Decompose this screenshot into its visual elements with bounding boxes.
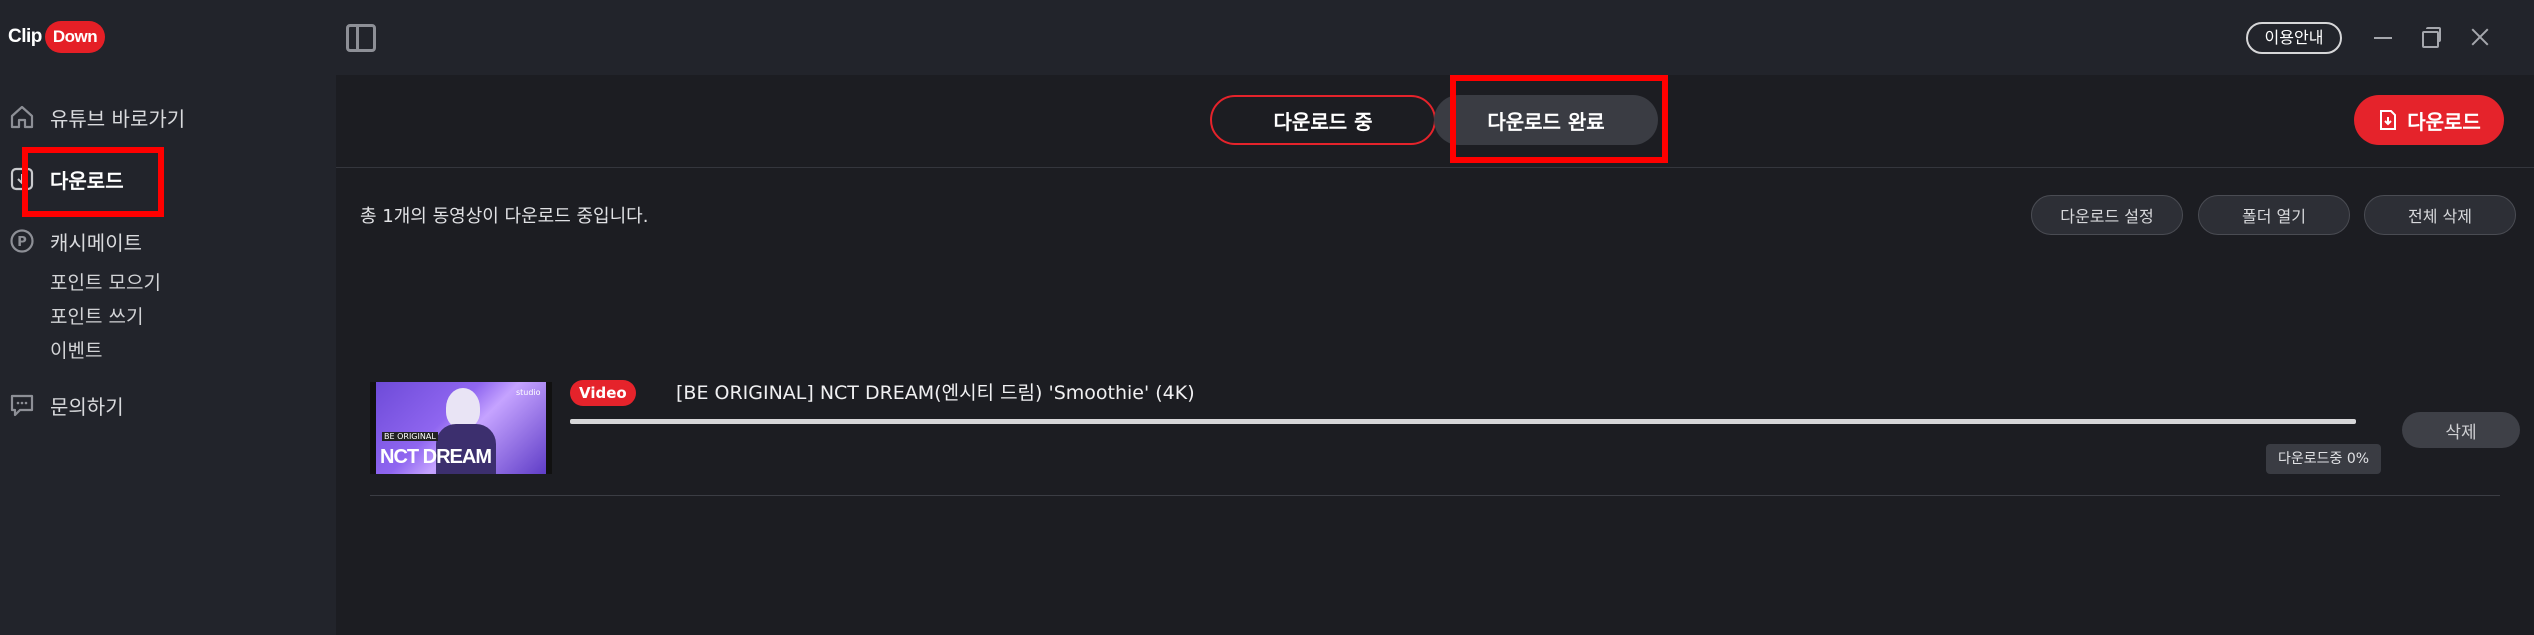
download-status-text: 총 1개의 동영상이 다운로드 중입니다. <box>360 206 649 227</box>
thumbnail-title-text: NCT DREAM <box>380 446 492 468</box>
delete-item-button[interactable]: 삭제 <box>2402 412 2520 448</box>
video-type-badge: Video <box>570 380 636 406</box>
sidebar: 유튜브 바로가기 다운로드 P 캐시메이트 포인트 모으기 포인트 쓰기 이벤트… <box>0 75 336 635</box>
video-thumbnail: BE ORIGINAL NCT DREAM studio <box>370 382 552 474</box>
thumbnail-series-label: BE ORIGINAL <box>382 432 438 441</box>
main-panel: 다운로드 중 다운로드 완료 다운로드 총 1개의 동영상이 다운로드 중입니다… <box>336 75 2534 635</box>
download-button-label: 다운로드 <box>2407 109 2481 134</box>
sidebar-subitem-events[interactable]: 이벤트 <box>50 336 102 363</box>
chat-icon <box>10 394 34 417</box>
title-bar: Clip Down 이용안내 <box>0 0 2534 75</box>
home-icon <box>10 105 34 129</box>
svg-text:P: P <box>17 235 27 250</box>
thumbnail-logo: studio <box>516 388 541 397</box>
sidebar-subitem-collect-points[interactable]: 포인트 모으기 <box>50 268 161 295</box>
logo-down-badge: Down <box>44 21 106 53</box>
download-progress-bar <box>570 419 2356 424</box>
progress-status-badge: 다운로드중 0% <box>2266 444 2382 474</box>
highlight-box <box>22 147 164 217</box>
point-circle-icon: P <box>10 229 34 253</box>
delete-all-button[interactable]: 전체 삭제 <box>2364 195 2516 235</box>
download-file-icon <box>2380 110 2397 130</box>
restore-icon[interactable] <box>2416 22 2446 52</box>
download-button[interactable]: 다운로드 <box>2354 95 2504 145</box>
highlight-box <box>1450 75 1668 163</box>
divider <box>336 167 2534 168</box>
close-icon[interactable] <box>2465 22 2495 52</box>
guide-button[interactable]: 이용안내 <box>2246 22 2342 54</box>
thumbnail-figure-head <box>446 388 480 428</box>
open-folder-button[interactable]: 폴더 열기 <box>2198 195 2350 235</box>
sidebar-item-label: 문의하기 <box>50 394 124 419</box>
minimize-icon[interactable] <box>2368 22 2398 52</box>
download-settings-button[interactable]: 다운로드 설정 <box>2031 195 2183 235</box>
tab-downloading[interactable]: 다운로드 중 <box>1210 95 1436 145</box>
logo-clip-text: Clip <box>8 26 42 47</box>
video-title: [BE ORIGINAL] NCT DREAM(엔시티 드림) 'Smoothi… <box>676 382 1195 404</box>
sidebar-item-label: 유튜브 바로가기 <box>50 106 186 131</box>
sidebar-item-label: 캐시메이트 <box>50 230 142 255</box>
row-divider <box>370 495 2500 496</box>
sidebar-toggle-icon[interactable] <box>346 24 376 52</box>
download-item: BE ORIGINAL NCT DREAM studio Video [BE O… <box>370 300 2520 496</box>
sidebar-subitem-use-points[interactable]: 포인트 쓰기 <box>50 302 143 329</box>
app-logo: Clip Down <box>8 19 106 55</box>
